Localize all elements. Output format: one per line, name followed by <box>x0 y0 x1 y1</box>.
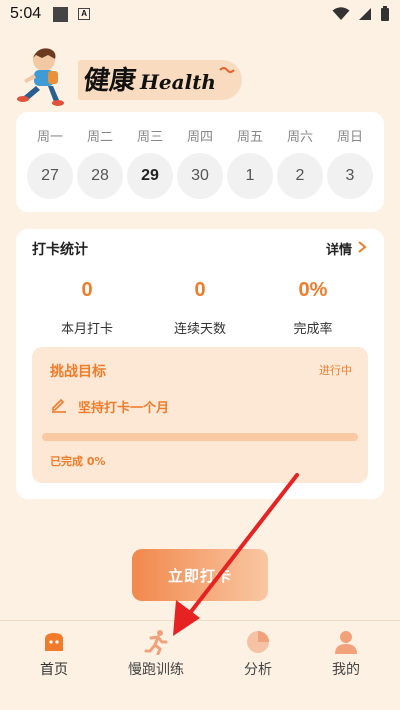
bottom-tab-bar: 首页 慢跑训练 分析 我的 <box>0 620 400 710</box>
chevron-right-icon[interactable] <box>356 240 368 254</box>
brand-squiggle-icon <box>219 67 235 73</box>
tab-running-training[interactable]: 慢跑训练 <box>106 629 206 679</box>
battery-icon <box>381 6 389 21</box>
checkin-now-button[interactable]: 立即打卡 <box>132 549 268 601</box>
status-bar: 5:04 A <box>0 0 400 28</box>
pie-chart-icon <box>247 631 269 653</box>
weekday-row: 周一 周二 周三 周四 周五 周六 周日 <box>16 112 384 145</box>
day-button[interactable]: 27 <box>27 153 73 199</box>
checkin-stats-card: 打卡统计 详情 0 本月打卡 0 连续天数 0% 完成率 挑战目标 进行中 坚持… <box>16 229 384 499</box>
metric-label: 本月打卡 <box>60 322 113 337</box>
tab-label: 我的 <box>332 662 360 678</box>
signal-icon <box>359 8 371 20</box>
metric-monthly-checkins: 0 本月打卡 <box>32 279 142 337</box>
stats-detail-link[interactable]: 详情 <box>326 239 352 258</box>
day-button[interactable]: 28 <box>77 153 123 199</box>
metric-label: 完成率 <box>293 322 333 337</box>
brand-logo: 健康 Health <box>78 60 242 100</box>
weekday-label: 周二 <box>86 130 113 145</box>
metric-completion-rate: 0% 完成率 <box>258 279 368 337</box>
challenge-progress-bar <box>42 433 358 441</box>
tab-label: 慢跑训练 <box>128 662 184 678</box>
profile-icon <box>335 631 357 654</box>
status-time: 5:04 <box>10 5 42 22</box>
weekday-label: 周日 <box>336 130 363 145</box>
tab-label: 分析 <box>244 662 272 678</box>
challenge-goal-text: 坚持打卡一个月 <box>78 401 170 416</box>
challenge-status-badge: 进行中 <box>319 364 352 377</box>
metric-label: 连续天数 <box>173 322 226 337</box>
metric-value: 0% <box>298 279 328 301</box>
stats-title: 打卡统计 <box>32 242 88 258</box>
day-button[interactable]: 2 <box>277 153 323 199</box>
weekday-label: 周一 <box>36 130 63 145</box>
runner-mascot-icon <box>17 48 64 106</box>
brand-title-cn: 健康 <box>81 66 138 96</box>
brand-title-en: Health <box>140 70 216 94</box>
challenge-goal-panel[interactable]: 挑战目标 进行中 坚持打卡一个月 已完成 0% <box>32 347 368 483</box>
weekday-label: 周三 <box>136 130 163 145</box>
weekday-label: 周六 <box>286 130 313 145</box>
notification-a-icon: A <box>78 8 91 20</box>
tab-analysis[interactable]: 分析 <box>208 629 308 679</box>
day-button[interactable]: 3 <box>327 153 373 199</box>
tab-home[interactable]: 首页 <box>4 629 104 679</box>
metric-streak-days: 0 连续天数 <box>145 279 255 337</box>
app-header: 健康 Health <box>12 46 252 110</box>
day-row: 27 28 29 30 1 2 3 <box>16 145 384 199</box>
day-button-today[interactable]: 29 <box>127 153 173 199</box>
challenge-title: 挑战目标 <box>50 364 106 380</box>
metric-value: 0 <box>81 279 93 301</box>
running-icon <box>144 630 168 655</box>
edit-pencil-icon[interactable] <box>50 395 68 413</box>
week-calendar: 周一 周二 周三 周四 周五 周六 周日 27 28 29 30 1 2 3 <box>16 112 384 212</box>
tab-profile[interactable]: 我的 <box>296 629 396 679</box>
weekday-label: 周四 <box>186 130 213 145</box>
metric-value: 0 <box>194 279 206 301</box>
wifi-icon <box>332 7 350 20</box>
day-button[interactable]: 30 <box>177 153 223 199</box>
day-button[interactable]: 1 <box>227 153 273 199</box>
tab-label: 首页 <box>40 662 68 678</box>
notification-square-icon <box>53 6 69 22</box>
challenge-done-text: 已完成 0% <box>50 455 106 468</box>
home-icon <box>45 633 63 651</box>
weekday-label: 周五 <box>236 130 263 145</box>
